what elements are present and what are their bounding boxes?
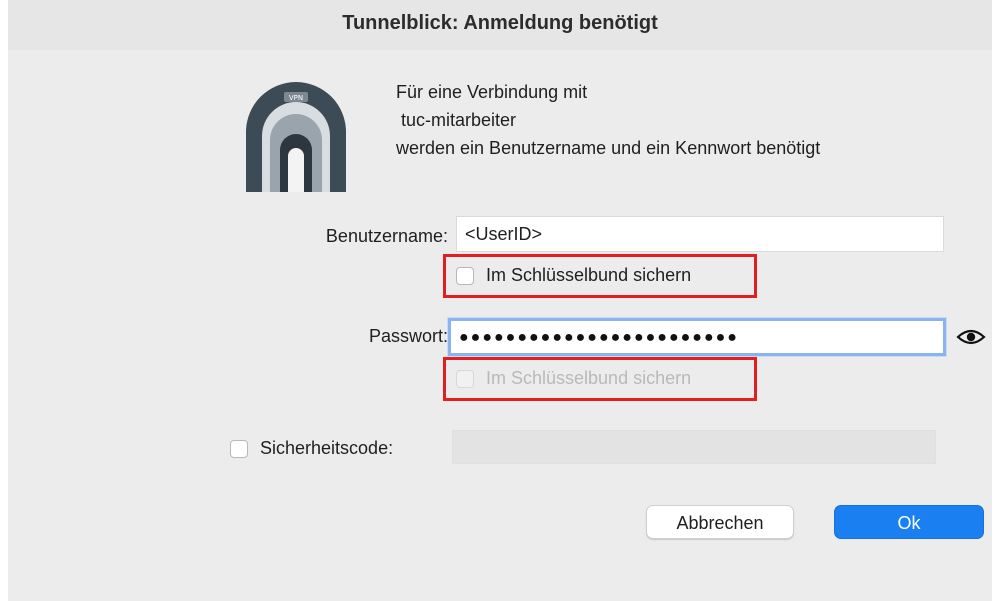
password-keychain-checkbox[interactable]: [456, 369, 474, 388]
prompt-message: Für eine Verbindung mit tuc-mitarbeiter …: [396, 78, 820, 162]
username-keychain-label: Im Schlüsselbund sichern: [486, 265, 692, 285]
username-keychain-checkbox-row[interactable]: Im Schlüsselbund sichern: [456, 265, 691, 286]
title-bar: Tunnelblick: Anmeldung benötigt: [8, 0, 992, 50]
prompt-line-1: Für eine Verbindung mit: [396, 82, 588, 102]
tunnelblick-vpn-icon: VPN: [246, 82, 346, 192]
security-code-field[interactable]: [452, 430, 936, 464]
login-dialog: Tunnelblick: Anmeldung benötigt VPN Für …: [8, 0, 992, 601]
ok-button[interactable]: Ok: [834, 505, 984, 539]
connection-name: tuc-mitarbeiter: [396, 110, 517, 130]
password-keychain-checkbox-row[interactable]: Im Schlüsselbund sichern: [456, 368, 691, 389]
username-field[interactable]: <UserID>: [456, 216, 944, 252]
password-keychain-label: Im Schlüsselbund sichern: [486, 368, 692, 388]
username-label: Benutzername:: [325, 226, 448, 246]
username-keychain-checkbox[interactable]: [456, 266, 474, 285]
svg-text:VPN: VPN: [289, 94, 303, 102]
cancel-button[interactable]: Abbrechen: [646, 505, 794, 539]
password-field[interactable]: ●●●●●●●●●●●●●●●●●●●●●●●●: [448, 318, 946, 356]
security-code-label: Sicherheitscode:: [260, 438, 394, 458]
security-code-row[interactable]: Sicherheitscode:: [230, 438, 393, 459]
eye-icon[interactable]: [956, 327, 986, 347]
prompt-line-3: werden ein Benutzername und ein Kennwort…: [396, 138, 821, 158]
password-masked-value: ●●●●●●●●●●●●●●●●●●●●●●●●: [459, 329, 739, 346]
security-code-checkbox[interactable]: [230, 439, 248, 458]
window-title: Tunnelblick: Anmeldung benötigt: [342, 12, 658, 34]
password-label: Passwort:: [368, 326, 448, 346]
